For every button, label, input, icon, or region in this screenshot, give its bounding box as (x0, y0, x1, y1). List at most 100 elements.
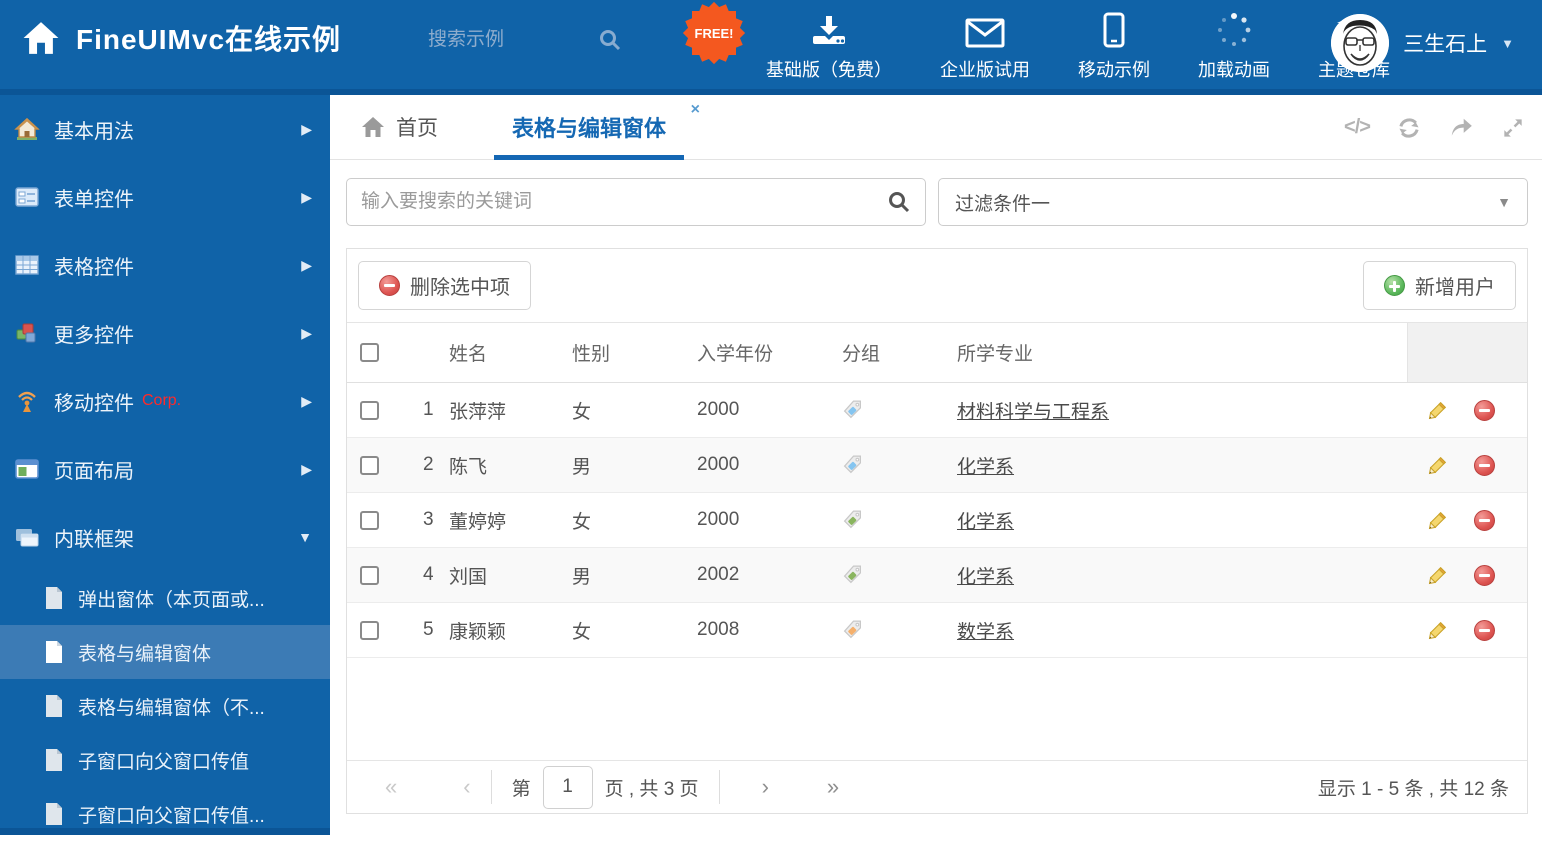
column-header-major[interactable]: 所学专业 (957, 322, 1407, 383)
caret-down-icon: ▼ (298, 529, 312, 545)
sidebar-item-form-controls[interactable]: 表单控件 ▶ (0, 163, 330, 231)
form-icon (15, 187, 39, 207)
sidebar-item-more-controls[interactable]: 更多控件 ▶ (0, 299, 330, 367)
major-link[interactable]: 化学系 (957, 457, 1014, 478)
major-link[interactable]: 化学系 (957, 567, 1014, 588)
delete-row-icon[interactable] (1474, 564, 1495, 586)
edit-icon[interactable] (1427, 565, 1448, 586)
refresh-icon[interactable] (1396, 115, 1422, 141)
page-label-prefix: 第 (511, 778, 531, 800)
sidebar-subitem-grid-edit-window-2[interactable]: 表格与编辑窗体（不... (0, 679, 330, 733)
row-checkbox[interactable] (360, 510, 379, 530)
edit-icon[interactable] (1427, 455, 1448, 476)
sidebar-item-inline-frame[interactable]: 内联框架 ▼ (0, 503, 330, 571)
nav-mobile-demo[interactable]: 移动示例 (1054, 10, 1174, 82)
row-checkbox[interactable] (360, 565, 379, 585)
column-header-group[interactable]: 分组 (842, 322, 957, 383)
tab-active-label: 表格与编辑窗体 (512, 116, 667, 141)
sidebar-item-mobile-controls[interactable]: 移动控件 Corp. ▶ (0, 367, 330, 435)
tab-home[interactable]: 首页 (360, 112, 438, 142)
nav-loading-animation[interactable]: 加载动画 (1174, 10, 1294, 82)
cell-name: 刘国 (449, 547, 572, 603)
file-icon (46, 641, 62, 663)
sidebar-item-page-layout[interactable]: 页面布局 ▶ (0, 435, 330, 503)
page-content: 过滤条件一 ▼ 删除选中项 新增用户 (330, 160, 1542, 814)
source-code-icon[interactable]: </> (1344, 115, 1371, 141)
next-page-button[interactable]: › (762, 774, 769, 800)
delete-row-icon[interactable] (1474, 454, 1495, 476)
tag-icon (842, 564, 863, 585)
edit-icon[interactable] (1427, 620, 1448, 641)
file-icon (46, 803, 62, 825)
page-label-total: 页 , 共 3 页 (604, 778, 699, 800)
nav-enterprise-trial[interactable]: 企业版试用 (916, 10, 1054, 82)
row-index: 2 (409, 437, 449, 493)
row-checkbox[interactable] (360, 400, 379, 420)
first-page-button[interactable]: « (385, 774, 397, 800)
close-icon[interactable]: × (691, 101, 700, 119)
header-search[interactable] (428, 28, 643, 52)
envelope-icon (965, 10, 1005, 48)
sidebar-subitem-label: 子窗口向父窗口传值 (78, 751, 250, 773)
tab-grid-edit-window[interactable]: 表格与编辑窗体 × (494, 95, 700, 160)
column-header-gender[interactable]: 性别 (572, 322, 697, 383)
delete-row-icon[interactable] (1474, 399, 1495, 421)
sidebar-subitem-popup-window[interactable]: 弹出窗体（本页面或... (0, 571, 330, 625)
sidebar-subitem-label: 表格与编辑窗体 (78, 643, 212, 665)
keyword-search-input[interactable] (361, 191, 887, 213)
file-icon (46, 695, 62, 717)
column-header-name[interactable]: 姓名 (449, 322, 572, 383)
major-link[interactable]: 材料科学与工程系 (957, 402, 1109, 423)
share-icon[interactable] (1448, 115, 1474, 141)
column-header-actions (1406, 322, 1527, 383)
sidebar-subitem-grid-edit-window[interactable]: 表格与编辑窗体 (0, 625, 330, 679)
page-number-input[interactable] (542, 765, 593, 809)
sidebar-item-grid-controls[interactable]: 表格控件 ▶ (0, 231, 330, 299)
search-icon[interactable] (598, 28, 622, 52)
row-index: 4 (409, 547, 449, 603)
sidebar-item-label: 表单控件 (54, 188, 134, 211)
last-page-button[interactable]: » (827, 774, 839, 800)
file-icon (46, 749, 62, 771)
edit-icon[interactable] (1427, 400, 1448, 421)
header-search-input[interactable] (428, 29, 598, 51)
sidebar-item-label: 页面布局 (54, 460, 134, 483)
home-icon (362, 117, 384, 137)
chevron-right-icon: ▶ (301, 324, 312, 341)
cell-gender: 女 (572, 602, 697, 658)
cell-name: 陈飞 (449, 437, 572, 493)
filter-dropdown[interactable]: 过滤条件一 ▼ (938, 178, 1528, 226)
delete-row-icon[interactable] (1474, 619, 1495, 641)
expand-icon[interactable] (1500, 115, 1526, 141)
column-header-year[interactable]: 入学年份 (697, 322, 842, 383)
row-checkbox[interactable] (360, 455, 379, 475)
prev-page-button[interactable]: ‹ (463, 774, 470, 800)
add-user-button[interactable]: 新增用户 (1363, 261, 1516, 310)
avatar[interactable] (1331, 14, 1390, 72)
filter-dropdown-value: 过滤条件一 (955, 193, 1051, 215)
brand[interactable]: FineUIMvc在线示例 (22, 18, 341, 58)
delete-row-icon[interactable] (1474, 509, 1495, 531)
user-menu[interactable]: 三生石上 ▼ (1331, 14, 1514, 72)
major-link[interactable]: 数学系 (957, 622, 1014, 643)
sidebar-subitem-child-to-parent[interactable]: 子窗口向父窗口传值 (0, 733, 330, 787)
keyword-search-box[interactable] (346, 178, 926, 226)
header-nav: 基础版（免费） 企业版试用 移动示例 加载动画 (742, 10, 1414, 82)
caret-down-icon: ▼ (1501, 35, 1514, 51)
chevron-right-icon: ▶ (301, 460, 312, 477)
corp-badge: Corp. (142, 392, 182, 409)
users-table: 姓名 性别 入学年份 分组 所学专业 1 张萍萍 女 2000 材料科学与工程系… (347, 322, 1527, 658)
sidebar-item-basic-usage[interactable]: 基本用法 ▶ (0, 95, 330, 163)
download-icon (811, 10, 847, 48)
row-checkbox[interactable] (360, 620, 379, 640)
search-icon[interactable] (887, 190, 911, 214)
pager-divider (718, 770, 720, 804)
edit-icon[interactable] (1427, 510, 1448, 531)
major-link[interactable]: 化学系 (957, 512, 1014, 533)
select-all-checkbox[interactable] (360, 343, 379, 362)
cell-name: 张萍萍 (449, 382, 572, 438)
nav-basic-version[interactable]: 基础版（免费） (742, 10, 916, 82)
delete-selected-button[interactable]: 删除选中项 (358, 261, 531, 310)
cell-gender: 女 (572, 382, 697, 438)
minus-circle-icon (379, 275, 400, 296)
